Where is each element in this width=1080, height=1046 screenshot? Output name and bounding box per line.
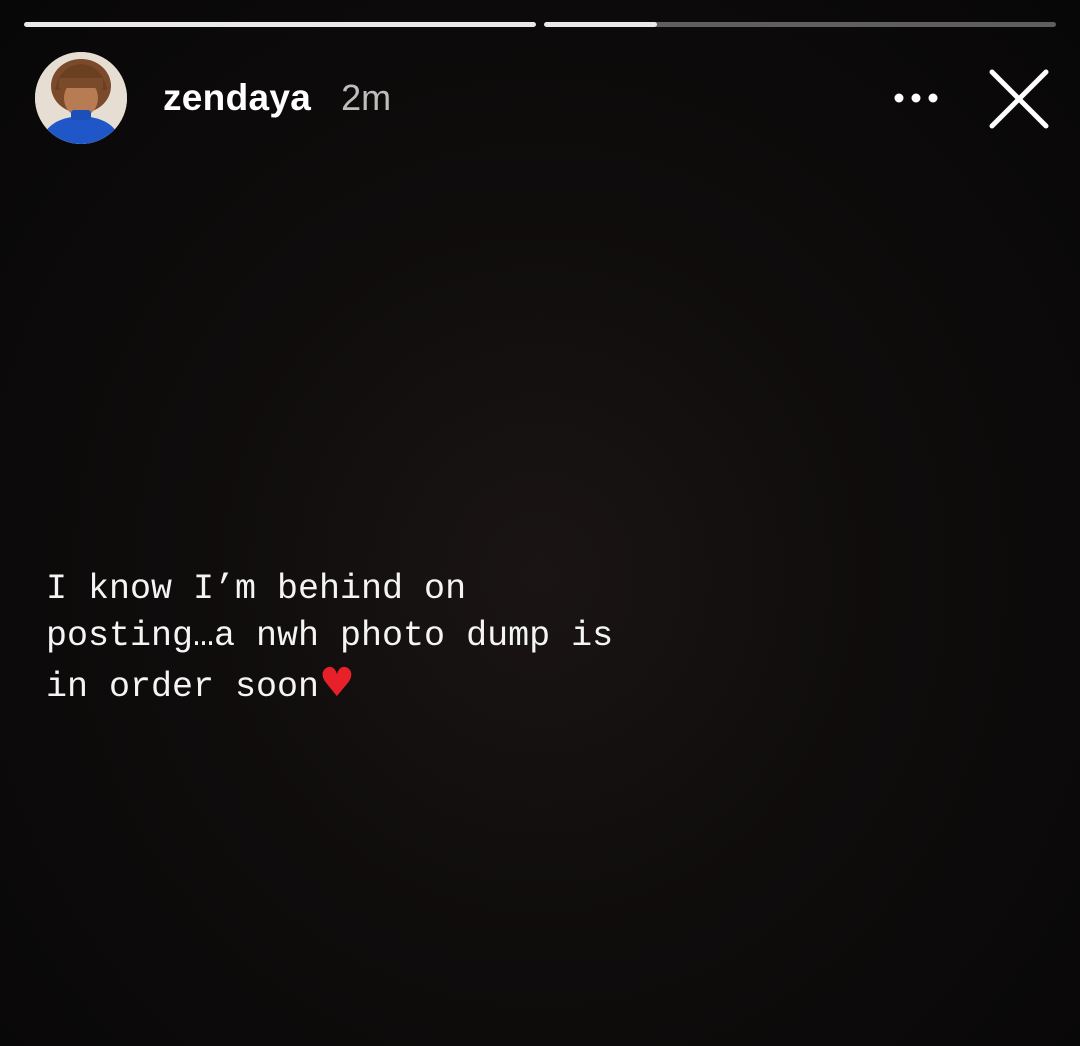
progress-fill-2 [544, 22, 657, 27]
story-progress-bar [24, 22, 1056, 28]
story-viewer[interactable]: zendaya 2m I know I’m behind on posting…… [0, 0, 1080, 1046]
post-time: 2m [341, 77, 392, 118]
progress-segment-1 [24, 22, 536, 27]
story-header: zendaya 2m [35, 52, 1052, 144]
close-icon[interactable] [986, 66, 1052, 132]
progress-fill-1 [24, 22, 536, 27]
caption-line-3: in order soon [46, 667, 320, 707]
avatar-image [35, 52, 127, 144]
caption-line-2: posting…a nwh photo dump is [46, 616, 614, 656]
heart-emoji: ♥ [319, 660, 355, 706]
avatar[interactable] [35, 52, 127, 144]
more-horizontal-icon[interactable] [886, 78, 946, 118]
progress-segment-2 [544, 22, 1056, 27]
caption-line-1: I know I’m behind on [46, 569, 467, 609]
username[interactable]: zendaya [163, 77, 311, 119]
story-caption: I know I’m behind on posting…a nwh photo… [46, 566, 806, 711]
